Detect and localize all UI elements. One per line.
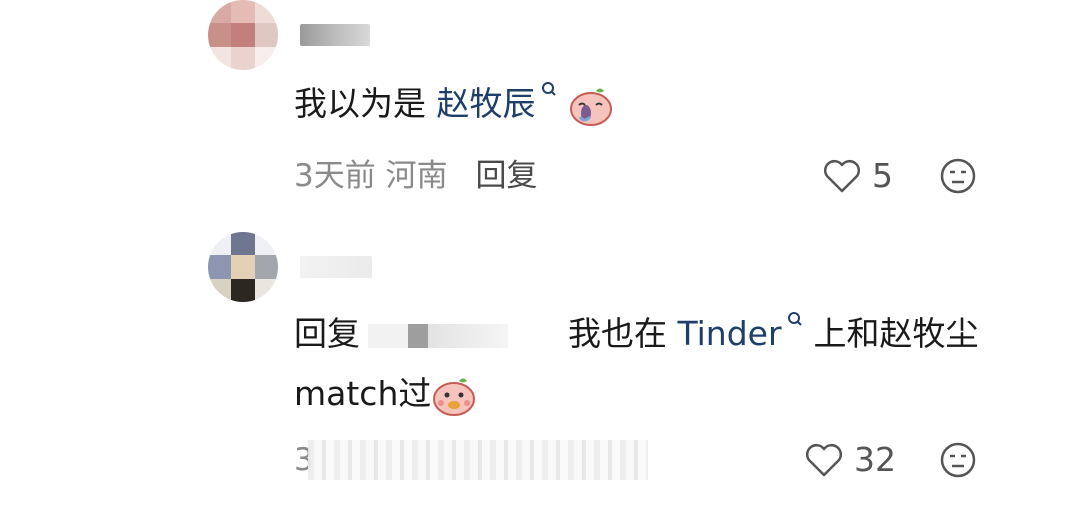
search-icon[interactable] [538,80,560,102]
comment-text: 回复 我也在 Tinder 上和赵牧尘 [294,312,979,356]
dislike-icon[interactable] [939,157,977,195]
mention-blurred[interactable] [368,323,408,348]
meta-blurred [308,440,648,480]
comment-time: 3天前 [294,158,376,194]
comment-location: 河南 [385,158,448,194]
avatar[interactable] [208,232,278,302]
heart-icon[interactable] [804,442,844,478]
reply-button[interactable]: 回复 [475,158,537,194]
comment-text-after: 上和赵牧尘 [813,314,979,353]
sticker-emoji [569,88,612,126]
like-count: 5 [872,156,893,195]
search-icon[interactable] [784,310,806,332]
comment-meta: 3天前 河南 回复 [294,156,537,196]
like-button[interactable]: 32 [804,440,896,479]
comment-text-line2: match过 [294,372,477,417]
comment-text-before: 我以为是 [294,84,437,123]
dislike-icon[interactable] [939,441,977,479]
sticker-emoji [433,378,476,416]
heart-icon[interactable] [822,158,862,194]
comment-text-line2-content: match过 [294,374,432,413]
username-blurred[interactable] [300,256,372,278]
avatar[interactable] [208,0,278,70]
mention-blurred-block [428,323,508,348]
username-blurred[interactable] [300,24,370,46]
like-button[interactable]: 5 [822,156,893,195]
search-link[interactable]: Tinder [678,314,782,353]
search-link[interactable]: 赵牧辰 [437,84,536,123]
comment-text-mid: 我也在 [568,314,678,353]
reply-prefix: 回复 [294,314,360,353]
like-count: 32 [854,440,896,479]
comment-text: 我以为是 赵牧辰 [294,82,614,127]
mention-blurred-block [408,323,428,348]
